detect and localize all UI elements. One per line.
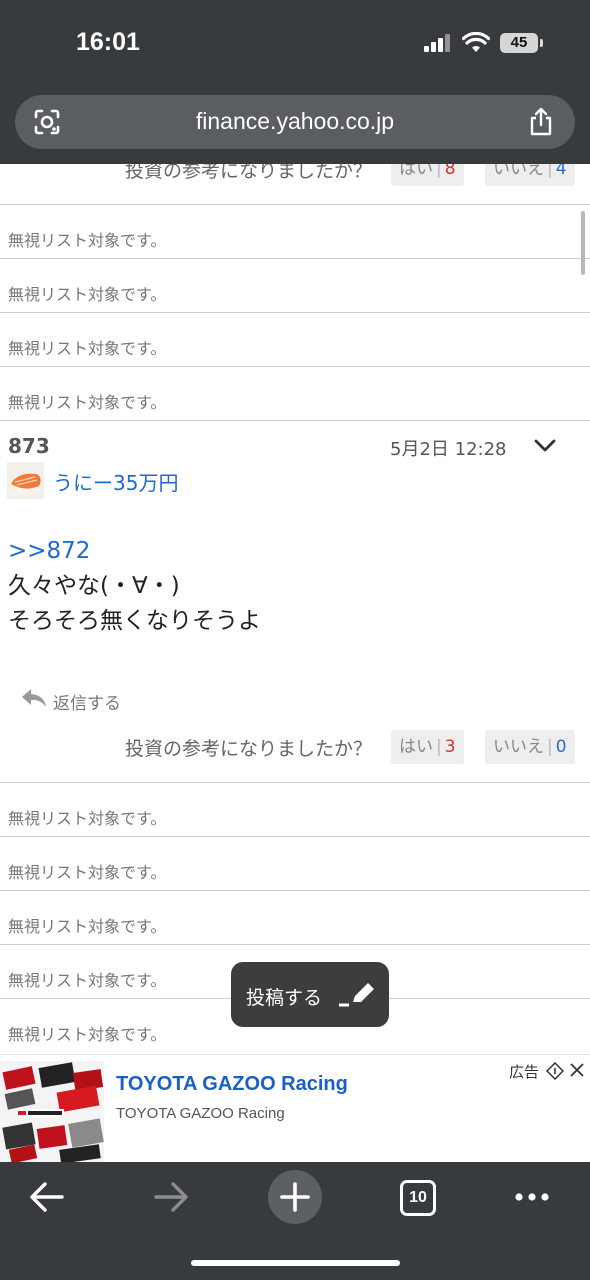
vote-no-label: いいえ [493,737,544,757]
post-line: そろそろ無くなりそうよ [8,608,261,634]
post-body: >>872 久々やな(・∀・) そろそろ無くなりそうよ [8,534,261,639]
vote-row-top: 投資の参考になりましたか？ はい | 8 いいえ | 4 [0,164,590,190]
pencil-icon [339,983,374,1007]
vote-question: 投資の参考になりましたか？ [124,164,372,182]
ignored-text: 無視リスト対象です。 [8,231,167,250]
browser-toolbar: 10 [0,1162,590,1280]
ignored-post[interactable]: 無視リスト対象です。 [0,890,590,944]
ignored-post[interactable]: 無視リスト対象です。 [0,836,590,890]
new-tab-button[interactable] [268,1170,322,1224]
ignored-text: 無視リスト対象です。 [8,971,167,990]
vote-no-label: いいえ [493,164,544,179]
ad-label: 広告 [509,1063,540,1081]
reply-anchor-link[interactable]: >>872 [8,534,261,569]
thread-content: 投資の参考になりましたか？ はい | 8 いいえ | 4 無視リスト対象です。 無視リス… [0,164,590,1060]
ignored-text: 無視リスト対象です。 [8,285,167,304]
vote-yes-button[interactable]: はい | 3 [391,730,464,764]
post-button-label: 投稿する [246,987,323,1009]
cellular-signal-icon [424,34,452,52]
ignored-post[interactable]: 無視リスト対象です。 [0,312,590,366]
ignored-post[interactable]: 無視リスト対象です。 [0,366,590,420]
vote-no-button[interactable]: いいえ | 0 [485,730,575,764]
back-arrow-icon[interactable] [19,1172,75,1222]
home-indicator [191,1260,400,1266]
vote-row: 投資の参考になりましたか？ はい | 3 いいえ | 0 [0,728,590,768]
vote-yes-label: はい [399,164,433,179]
post-button[interactable]: 投稿する [231,962,389,1027]
ignored-text: 無視リスト対象です。 [8,917,167,936]
ad-banner[interactable]: TOYOTA GAZOO Racing TOYOTA GAZOO Racing … [0,1054,590,1163]
vote-question: 投資の参考になりましたか？ [124,738,372,760]
ignored-post[interactable]: 無視リスト対象です。 [0,204,590,258]
more-menu-icon[interactable] [504,1172,560,1222]
ad-subtitle: TOYOTA GAZOO Racing [116,1105,285,1122]
vote-no-button[interactable]: いいえ | 4 [485,164,575,186]
close-icon[interactable] [569,1062,585,1078]
post-number: 873 [8,434,50,458]
plus-icon [280,1182,310,1212]
ad-info-icon[interactable] [546,1062,564,1080]
reply-arrow-icon [22,689,46,707]
ignored-text: 無視リスト対象です。 [8,339,167,358]
ignored-text: 無視リスト対象です。 [8,809,167,828]
address-bar[interactable]: finance.yahoo.co.jp [15,95,575,149]
post-line: 久々やな(・∀・) [8,573,180,599]
ad-title[interactable]: TOYOTA GAZOO Racing [116,1073,348,1096]
wifi-icon [462,32,490,52]
vote-yes-count: 3 [444,737,456,757]
avatar[interactable] [7,462,44,499]
scrollbar[interactable] [581,211,585,275]
tab-switcher-button[interactable]: 10 [400,1180,436,1216]
ad-image[interactable] [0,1061,104,1163]
ignored-post[interactable]: 無視リスト対象です。 [0,782,590,836]
reply-label: 返信する [53,694,121,714]
share-icon[interactable] [527,106,555,136]
status-time: 16:01 [76,28,140,56]
user-name-link[interactable]: うにー35万円 [53,467,178,496]
ignored-post[interactable]: 無視リスト対象です。 [0,258,590,312]
vote-yes-count: 8 [444,164,456,179]
vote-yes-button[interactable]: はい | 8 [391,164,464,186]
vote-no-count: 4 [555,164,567,179]
battery-indicator: 45 [500,33,543,53]
divider [0,420,590,421]
vote-yes-label: はい [399,737,433,757]
vote-no-count: 0 [555,737,567,757]
browser-chrome: 16:01 45 finance.yahoo.co.jp [0,0,590,164]
post-date: 5月2日 12:28 [390,439,507,460]
ignored-text: 無視リスト対象です。 [8,393,167,412]
forward-arrow-icon[interactable] [143,1172,199,1222]
ignored-text: 無視リスト対象です。 [8,863,167,882]
url-text[interactable]: finance.yahoo.co.jp [15,108,575,135]
ignored-text: 無視リスト対象です。 [8,1025,167,1044]
chevron-down-icon[interactable] [533,436,557,456]
